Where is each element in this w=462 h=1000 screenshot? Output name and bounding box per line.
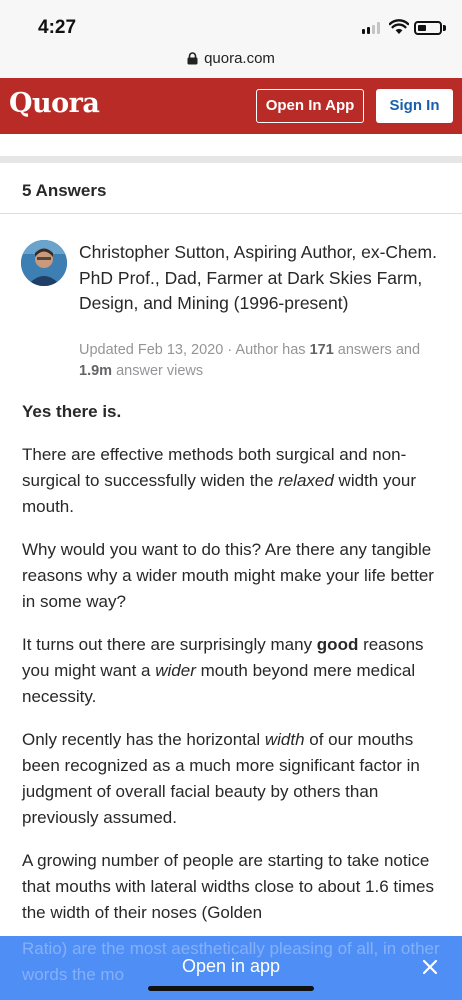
status-bar: 4:27: [0, 0, 462, 46]
answer-paragraph: There are effective methods both surgica…: [22, 445, 417, 516]
lock-icon: [187, 52, 198, 65]
close-icon[interactable]: [421, 958, 439, 976]
open-in-app-button[interactable]: Open In App: [256, 89, 364, 123]
answer-paragraph: Yes there is.: [22, 402, 122, 421]
answers-count-heading: 5 Answers: [22, 181, 107, 200]
banner-open-in-app-label[interactable]: Open in app: [0, 956, 462, 977]
section-divider: [0, 156, 462, 163]
url-text: quora.com: [204, 50, 275, 67]
answer-paragraph: Only recently has the horizontal width o…: [22, 730, 420, 827]
divider: [0, 213, 462, 214]
battery-icon: [414, 21, 442, 35]
avatar[interactable]: [21, 240, 67, 286]
answer-body: Yes there is. There are effective method…: [22, 399, 442, 926]
answer-paragraph: Why would you want to do this? Are there…: [22, 540, 434, 611]
browser-url-bar[interactable]: quora.com: [0, 46, 462, 78]
home-indicator: [148, 986, 314, 991]
answers-count: 171: [309, 342, 334, 358]
answer-paragraph: It turns out there are surprisingly many…: [22, 635, 424, 706]
answer-meta[interactable]: Updated Feb 13, 2020 · Author has 171 an…: [79, 340, 441, 382]
status-time: 4:27: [38, 17, 77, 38]
cellular-signal-icon: [362, 22, 382, 34]
author-credential[interactable]: Christopher Sutton, Aspiring Author, ex-…: [79, 240, 441, 317]
answer-paragraph: A growing number of people are starting …: [22, 851, 434, 922]
wifi-icon: [389, 19, 409, 34]
avatar-image: [21, 240, 67, 286]
views-count: 1.9m: [79, 363, 113, 379]
site-header: Quora Open In App Sign In: [0, 78, 462, 134]
sign-in-button[interactable]: Sign In: [376, 89, 453, 123]
battery-cap: [443, 25, 446, 31]
quora-logo[interactable]: Quora: [9, 88, 100, 119]
